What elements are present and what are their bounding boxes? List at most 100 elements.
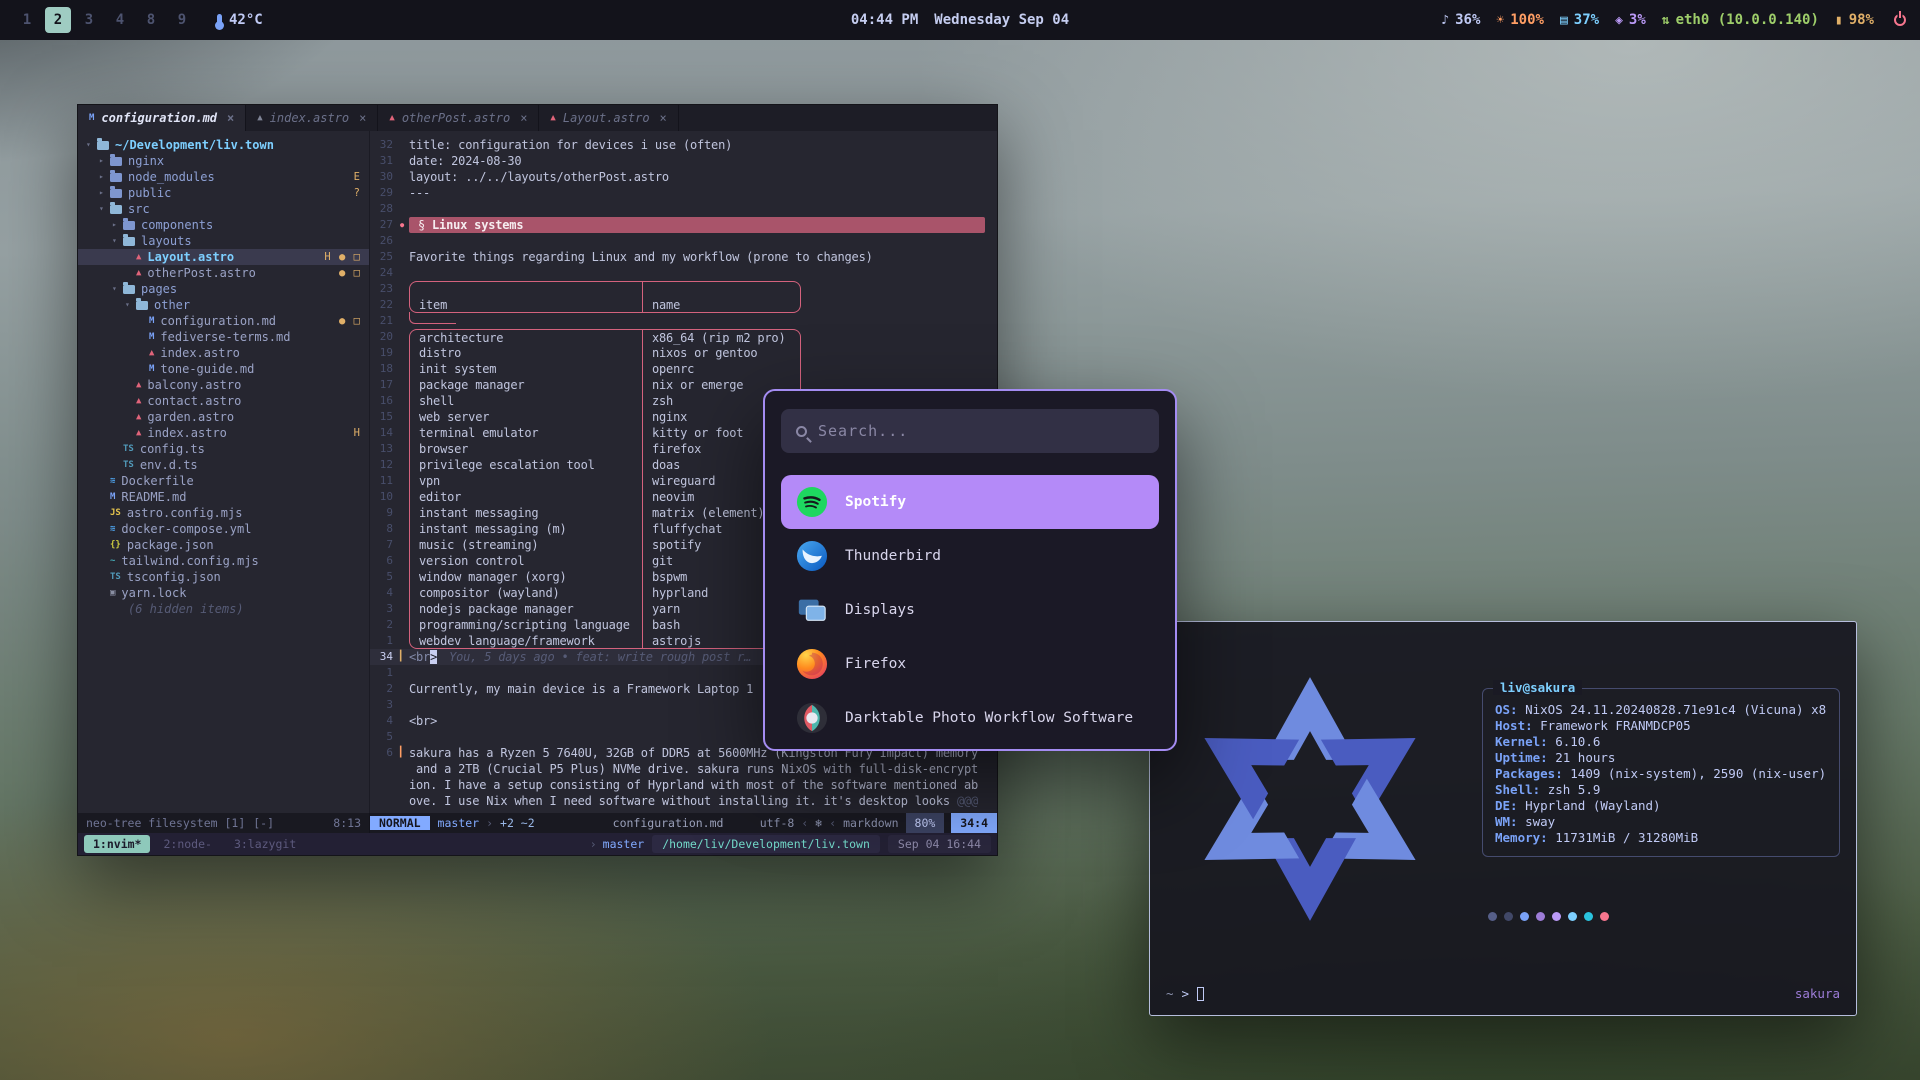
close-icon[interactable]: ×	[520, 111, 527, 125]
line-number: 11	[370, 473, 400, 489]
tab-index.astro[interactable]: ▲index.astro×	[246, 105, 378, 131]
cpu-module[interactable]: ◈3%	[1615, 12, 1646, 28]
line-text	[409, 201, 997, 217]
tree-item-fediverse-terms.md[interactable]: Mfediverse-terms.md	[78, 329, 369, 345]
sign-column	[400, 345, 409, 361]
tree-item-configuration.md[interactable]: Mconfiguration.md● □	[78, 313, 369, 329]
astro-file-icon: ▲	[136, 265, 141, 281]
md-file-icon: M	[149, 313, 154, 329]
tree-item-label: tone-guide.md	[160, 361, 254, 377]
launcher-item-firefox[interactable]: Firefox	[781, 637, 1159, 691]
tree-item-config.ts[interactable]: TSconfig.ts	[78, 441, 369, 457]
astro-file-icon: ▲	[550, 113, 555, 123]
table-cell-item: terminal emulator	[410, 425, 643, 441]
tree-item-dockerfile[interactable]: ≋Dockerfile	[78, 473, 369, 489]
tree-item-balcony.astro[interactable]: ▲balcony.astro	[78, 377, 369, 393]
tree-item-yarn.lock[interactable]: ▣yarn.lock	[78, 585, 369, 601]
darktable-icon	[796, 702, 828, 734]
network-module[interactable]: ⇅eth0 (10.0.0.140)	[1662, 12, 1819, 28]
tree-item-docker-compose.yml[interactable]: ≋docker-compose.yml	[78, 521, 369, 537]
tree-item-index.astro[interactable]: ▲index.astroH	[78, 425, 369, 441]
close-icon[interactable]: ×	[660, 111, 667, 125]
launcher-item-darktable[interactable]: Darktable Photo Workflow Software	[781, 691, 1159, 745]
temperature-module: 42°C	[217, 12, 263, 28]
tree-item-public[interactable]: ▸public?	[78, 185, 369, 201]
tree-item-tsconfig.json[interactable]: TStsconfig.json	[78, 569, 369, 585]
tree-item-label: env.d.ts	[140, 457, 198, 473]
sign-column	[400, 569, 409, 585]
tree-item-contact.astro[interactable]: ▲contact.astro	[78, 393, 369, 409]
tree-item-nginx[interactable]: ▸nginx	[78, 153, 369, 169]
neotree-status-flag: [-]	[253, 816, 274, 830]
heading-icon: §	[418, 218, 425, 232]
tree-item-other[interactable]: ▾other	[78, 297, 369, 313]
tmux-window-2node[interactable]: 2:node-	[154, 835, 220, 853]
workspace-button-9[interactable]: 9	[169, 7, 195, 33]
tree-item-astro.config.mjs[interactable]: JSastro.config.mjs	[78, 505, 369, 521]
sign-column	[400, 713, 409, 729]
search-icon	[796, 426, 807, 437]
table-cell-name: openrc	[643, 361, 800, 377]
workspace-button-4[interactable]: 4	[107, 7, 133, 33]
memory-module[interactable]: ▤37%	[1560, 12, 1599, 28]
tree-item-otherpost.astro[interactable]: ▲otherPost.astro● □	[78, 265, 369, 281]
tree-item-6hiddenitems[interactable]: (6 hidden items)	[78, 601, 369, 617]
tree-item-label: pages	[141, 281, 177, 297]
vim-mode-indicator: NORMAL	[370, 816, 430, 830]
info-label: DE:	[1495, 798, 1525, 813]
tree-item-layouts[interactable]: ▾layouts	[78, 233, 369, 249]
prompt-char: >	[1182, 986, 1190, 1001]
tree-item-index.astro[interactable]: ▲index.astro	[78, 345, 369, 361]
battery-module[interactable]: ▮98%	[1835, 12, 1874, 28]
astro-file-icon: ▲	[136, 425, 141, 441]
line-number: 4	[370, 713, 400, 729]
tmux-window-3lazygit[interactable]: 3:lazygit	[225, 835, 305, 853]
tab-configuration.md[interactable]: Mconfiguration.md×	[78, 105, 246, 131]
expander-icon: ▸	[99, 185, 110, 201]
tab-otherPost.astro[interactable]: ▲otherPost.astro×	[378, 105, 539, 131]
brightness-module[interactable]: ☀100%	[1496, 12, 1544, 28]
launcher-item-label: Darktable Photo Workflow Software	[845, 710, 1133, 726]
md-file-icon: M	[149, 361, 154, 377]
workspace-button-8[interactable]: 8	[138, 7, 164, 33]
launcher-item-displays[interactable]: Displays	[781, 583, 1159, 637]
chevron-right-icon: ›	[590, 837, 597, 851]
table-cell-item: window manager (xorg)	[410, 569, 643, 585]
workspace-button-2[interactable]: 2	[45, 7, 71, 33]
tree-item-components[interactable]: ▸components	[78, 217, 369, 233]
tmux-window-1nvim[interactable]: 1:nvim*	[84, 835, 150, 853]
workspace-button-3[interactable]: 3	[76, 7, 102, 33]
power-button[interactable]	[1894, 14, 1906, 26]
launcher-item-spotify[interactable]: Spotify	[781, 475, 1159, 529]
tree-item-env.d.ts[interactable]: TSenv.d.ts	[78, 457, 369, 473]
table-row: programming/scripting languagebash	[409, 617, 801, 633]
shell-prompt[interactable]: ~ >	[1166, 986, 1204, 1001]
encoding-label: utf-8	[760, 816, 795, 830]
tree-item-package.json[interactable]: {}package.json	[78, 537, 369, 553]
tree-item-tone-guide.md[interactable]: Mtone-guide.md	[78, 361, 369, 377]
table-row: shellzsh	[409, 393, 801, 409]
tree-item-node_modules[interactable]: ▸node_modulesE	[78, 169, 369, 185]
status-modules: ♪36% ☀100% ▤37% ◈3% ⇅eth0 (10.0.0.140) ▮98%	[1441, 12, 1874, 28]
close-icon[interactable]: ×	[227, 111, 234, 125]
volume-module[interactable]: ♪36%	[1441, 12, 1480, 28]
launcher-search[interactable]	[781, 409, 1159, 453]
tree-item-layout.astro[interactable]: ▲Layout.astroH ● □	[78, 249, 369, 265]
tab-Layout.astro[interactable]: ▲Layout.astro×	[539, 105, 678, 131]
close-icon[interactable]: ×	[359, 111, 366, 125]
tree-item-readme.md[interactable]: MREADME.md	[78, 489, 369, 505]
tree-item-pages[interactable]: ▾pages	[78, 281, 369, 297]
tree-item-src[interactable]: ▾src	[78, 201, 369, 217]
tree-item-garden.astro[interactable]: ▲garden.astro	[78, 409, 369, 425]
launcher-item-thunderbird[interactable]: Thunderbird	[781, 529, 1159, 583]
tree-item-label: config.ts	[140, 441, 205, 457]
git-blame-text: You, 5 days ago • feat: write rough post…	[449, 650, 751, 664]
sign-column	[400, 393, 409, 409]
info-label: OS:	[1495, 702, 1525, 717]
tree-item-tailwind.config.mjs[interactable]: ~tailwind.config.mjs	[78, 553, 369, 569]
sign-column	[400, 169, 409, 185]
tree-item-~developmentliv.town[interactable]: ▾~/Development/liv.town	[78, 137, 369, 153]
search-input[interactable]	[818, 422, 1144, 440]
workspace-button-1[interactable]: 1	[14, 7, 40, 33]
topbar-left: 123489 42°C	[14, 7, 263, 33]
